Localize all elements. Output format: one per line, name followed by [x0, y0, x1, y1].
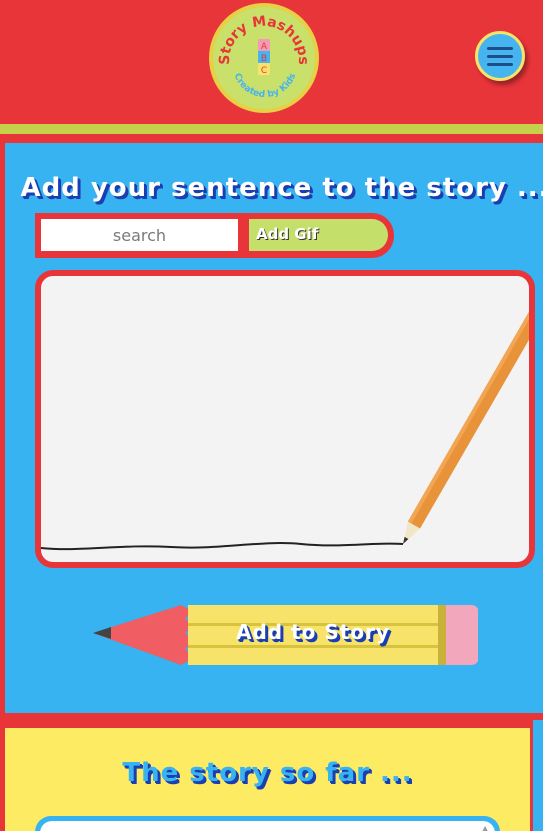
hamburger-icon-line: [487, 62, 513, 66]
pencil-icon: [403, 276, 529, 544]
compose-panel: Add your sentence to the story ... Add G…: [5, 143, 543, 713]
menu-button[interactable]: [475, 31, 525, 81]
pencil-line-illustration: [41, 276, 529, 551]
story-text-area[interactable]: ▲: [40, 821, 495, 831]
logo-graphic: Story Mashups Created by Kids A B C: [217, 13, 311, 100]
scroll-up-icon[interactable]: ▲: [482, 824, 492, 831]
story-panel: The story so far ... ▲: [5, 728, 530, 831]
svg-text:Created by Kids: Created by Kids: [232, 72, 299, 100]
logo-block-c: C: [261, 66, 267, 76]
header-divider: [0, 124, 543, 134]
story-title: The story so far ...: [122, 758, 413, 788]
drawing-canvas[interactable]: [41, 276, 529, 562]
hamburger-icon-line: [487, 54, 513, 58]
drawing-area-frame: [35, 270, 535, 568]
add-to-story-button[interactable]: Add to Story: [93, 603, 479, 669]
story-text-box: ▲: [35, 816, 500, 831]
hamburger-icon-line: [487, 46, 513, 50]
site-header: Story Mashups Created by Kids A B C: [0, 0, 543, 125]
add-gif-button[interactable]: Add Gif: [249, 219, 388, 251]
compose-title: Add your sentence to the story ...: [20, 173, 543, 203]
side-accent: [533, 720, 543, 831]
search-input[interactable]: [41, 219, 238, 251]
gif-search-bar: Add Gif: [35, 213, 394, 258]
logo-block-b: B: [261, 54, 267, 64]
logo-block-a: A: [261, 42, 268, 52]
logo-subtitle: Created by Kids: [232, 72, 299, 100]
add-to-story-label: Add to Story: [236, 620, 390, 644]
story-mashups-logo[interactable]: Story Mashups Created by Kids A B C: [209, 3, 319, 113]
